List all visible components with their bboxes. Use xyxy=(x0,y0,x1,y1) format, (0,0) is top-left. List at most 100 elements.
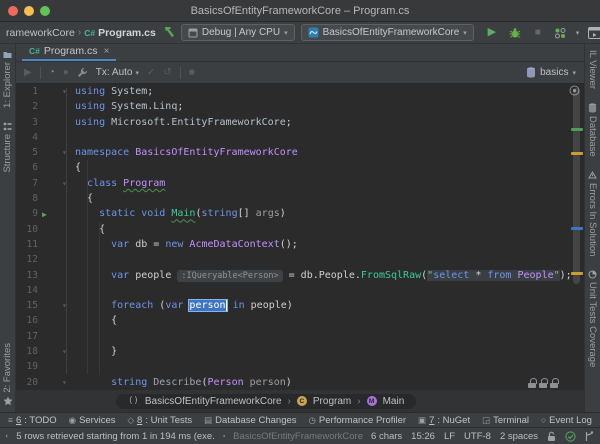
code-line[interactable]: class Program xyxy=(75,176,554,191)
gutter-line[interactable]: 8 xyxy=(16,191,72,206)
gutter-line[interactable]: 10 xyxy=(16,222,72,237)
fold-marker-icon[interactable]: ▾ xyxy=(62,84,67,99)
code-line[interactable]: { xyxy=(75,222,554,237)
coverage-button[interactable] xyxy=(553,25,569,41)
tool-window-toggle-icon[interactable] xyxy=(6,431,8,441)
code-line[interactable] xyxy=(75,252,554,267)
rollback-icon[interactable]: ↺ xyxy=(163,68,171,78)
bottombar-item-database-changes[interactable]: ▤Database Changes xyxy=(204,415,296,426)
status-chars[interactable]: 6 chars xyxy=(371,431,402,442)
coverage-dropdown-icon[interactable]: ▾ xyxy=(576,29,580,37)
gutter-line[interactable]: 16 xyxy=(16,313,72,328)
code-line[interactable]: } xyxy=(75,344,554,359)
close-window-button[interactable] xyxy=(8,6,18,16)
code-area[interactable]: using System;using System.Linq;using Mic… xyxy=(75,84,554,390)
status-line-ending[interactable]: LF xyxy=(444,431,455,442)
status-encoding[interactable]: UTF-8 xyxy=(464,431,491,442)
line-number[interactable]: 6 xyxy=(16,160,38,175)
line-number[interactable]: 14 xyxy=(16,283,38,298)
maximize-window-button[interactable] xyxy=(40,6,50,16)
line-number[interactable]: 12 xyxy=(16,252,38,267)
line-number[interactable]: 1 xyxy=(16,84,38,99)
bottombar-item-unit-tests[interactable]: ◇8: Unit Tests xyxy=(127,415,192,426)
gutter-line[interactable]: 14 xyxy=(16,283,72,298)
analysis-stripe-mark[interactable] xyxy=(571,152,583,155)
tool-stripe-errors-in-solution[interactable]: Errors In Solution xyxy=(587,171,598,256)
branch-icon[interactable] xyxy=(585,431,594,442)
line-number[interactable]: 13 xyxy=(16,268,38,283)
fold-marker-icon[interactable]: ▾ xyxy=(62,375,67,390)
code-line[interactable]: foreach (var person in people) xyxy=(75,298,554,313)
line-number[interactable]: 9 xyxy=(16,206,38,221)
build-hammer-icon[interactable] xyxy=(162,25,175,41)
line-number[interactable]: 11 xyxy=(16,237,38,252)
code-line[interactable]: string Describe(Person person) xyxy=(75,375,554,390)
status-indent[interactable]: 2 spaces xyxy=(500,431,538,442)
minimize-window-button[interactable] xyxy=(24,6,34,16)
code-line[interactable]: { xyxy=(75,160,554,175)
gutter-line[interactable]: 13 xyxy=(16,268,72,283)
gutter-line[interactable]: 12 xyxy=(16,252,72,267)
gutter-line[interactable]: 15 ▾ xyxy=(16,298,72,313)
line-number[interactable]: 10 xyxy=(16,222,38,237)
line-number[interactable]: 7 xyxy=(16,176,38,191)
gutter-line[interactable]: 7▾ xyxy=(16,176,72,191)
gutter-line[interactable]: 18▾ xyxy=(16,344,72,359)
status-message[interactable]: 5 rows retrieved starting from 1 in 194 … xyxy=(16,431,215,442)
gutter-line[interactable]: 2 xyxy=(16,99,72,114)
editor-gutter[interactable]: 1▾2345▾67▾89▶101112131415▾161718▾1920▾ xyxy=(16,84,72,390)
breadcrumb-namespace[interactable]: BasicsOfEntityFrameworkCore xyxy=(145,396,282,407)
gutter-line[interactable]: 9▶ xyxy=(16,206,72,221)
line-number[interactable]: 8 xyxy=(16,191,38,206)
run-dashboard-button[interactable] xyxy=(586,25,600,41)
code-line[interactable]: { xyxy=(75,313,554,328)
line-number[interactable]: 16 xyxy=(16,313,38,328)
code-line[interactable]: static void Main(string[] args) xyxy=(75,206,554,221)
tool-stripe-unit-tests-coverage[interactable]: Unit Tests Coverage xyxy=(587,270,598,367)
editor-scrollbar[interactable] xyxy=(573,88,580,284)
code-editor[interactable]: 1▾2345▾67▾89▶101112131415▾161718▾1920▾ u… xyxy=(16,84,584,390)
transaction-mode-select[interactable]: Tx: Auto ▾ xyxy=(96,67,139,78)
history-icon[interactable]: ◔ xyxy=(49,68,55,78)
status-caret-position[interactable]: 15:26 xyxy=(411,431,435,442)
code-line[interactable] xyxy=(75,130,554,145)
line-number[interactable]: 2 xyxy=(16,99,38,114)
tool-stripe-database[interactable]: Database xyxy=(587,103,598,157)
gutter-line[interactable]: 19 xyxy=(16,359,72,374)
close-tab-icon[interactable]: × xyxy=(104,46,110,57)
analysis-stripe-mark[interactable] xyxy=(571,227,583,230)
code-line[interactable]: using System; xyxy=(75,84,554,99)
breadcrumb-method[interactable]: Main xyxy=(383,396,405,407)
code-line[interactable] xyxy=(75,283,554,298)
database-session-select[interactable]: basics ▾ xyxy=(526,67,576,78)
gutter-line[interactable]: 5▾ xyxy=(16,145,72,160)
stop-button[interactable]: ■ xyxy=(530,25,546,41)
bottombar-item-event-log[interactable]: ○Event Log xyxy=(541,415,592,426)
breadcrumb-file[interactable]: Program.cs xyxy=(98,27,156,39)
line-number[interactable]: 15 xyxy=(16,298,38,313)
inspection-ok-icon[interactable] xyxy=(565,431,576,442)
line-number[interactable]: 19 xyxy=(16,359,38,374)
line-number[interactable]: 20 xyxy=(16,375,38,390)
bottombar-item-nuget[interactable]: ▣7: NuGet xyxy=(418,415,470,426)
gutter-line[interactable]: 4 xyxy=(16,130,72,145)
execute-icon[interactable]: ▶ xyxy=(24,68,32,78)
readonly-lock-icon[interactable] xyxy=(547,431,556,442)
fold-marker-icon[interactable]: ▾ xyxy=(62,298,67,313)
fold-marker-icon[interactable]: ▾ xyxy=(62,176,67,191)
code-line[interactable] xyxy=(75,329,554,344)
code-line[interactable]: { xyxy=(75,191,554,206)
bottombar-item-terminal[interactable]: ◲Terminal xyxy=(482,415,529,426)
bottombar-item-todo[interactable]: ≡6: TODO xyxy=(8,415,57,426)
line-number[interactable]: 4 xyxy=(16,130,38,145)
run-configuration-select[interactable]: BasicsOfEntityFrameworkCore ▾ xyxy=(301,24,474,41)
run-button[interactable]: ▶ xyxy=(484,25,500,41)
code-line[interactable] xyxy=(75,359,554,374)
fold-marker-icon[interactable]: ▾ xyxy=(62,344,67,359)
breadcrumb-class[interactable]: Program xyxy=(313,396,351,407)
fold-marker-icon[interactable]: ▾ xyxy=(62,145,67,160)
run-gutter-icon[interactable]: ▶ xyxy=(42,207,47,222)
code-line[interactable]: using Microsoft.EntityFrameworkCore; xyxy=(75,115,554,130)
gutter-line[interactable]: 17 xyxy=(16,329,72,344)
code-line[interactable]: using System.Linq; xyxy=(75,99,554,114)
